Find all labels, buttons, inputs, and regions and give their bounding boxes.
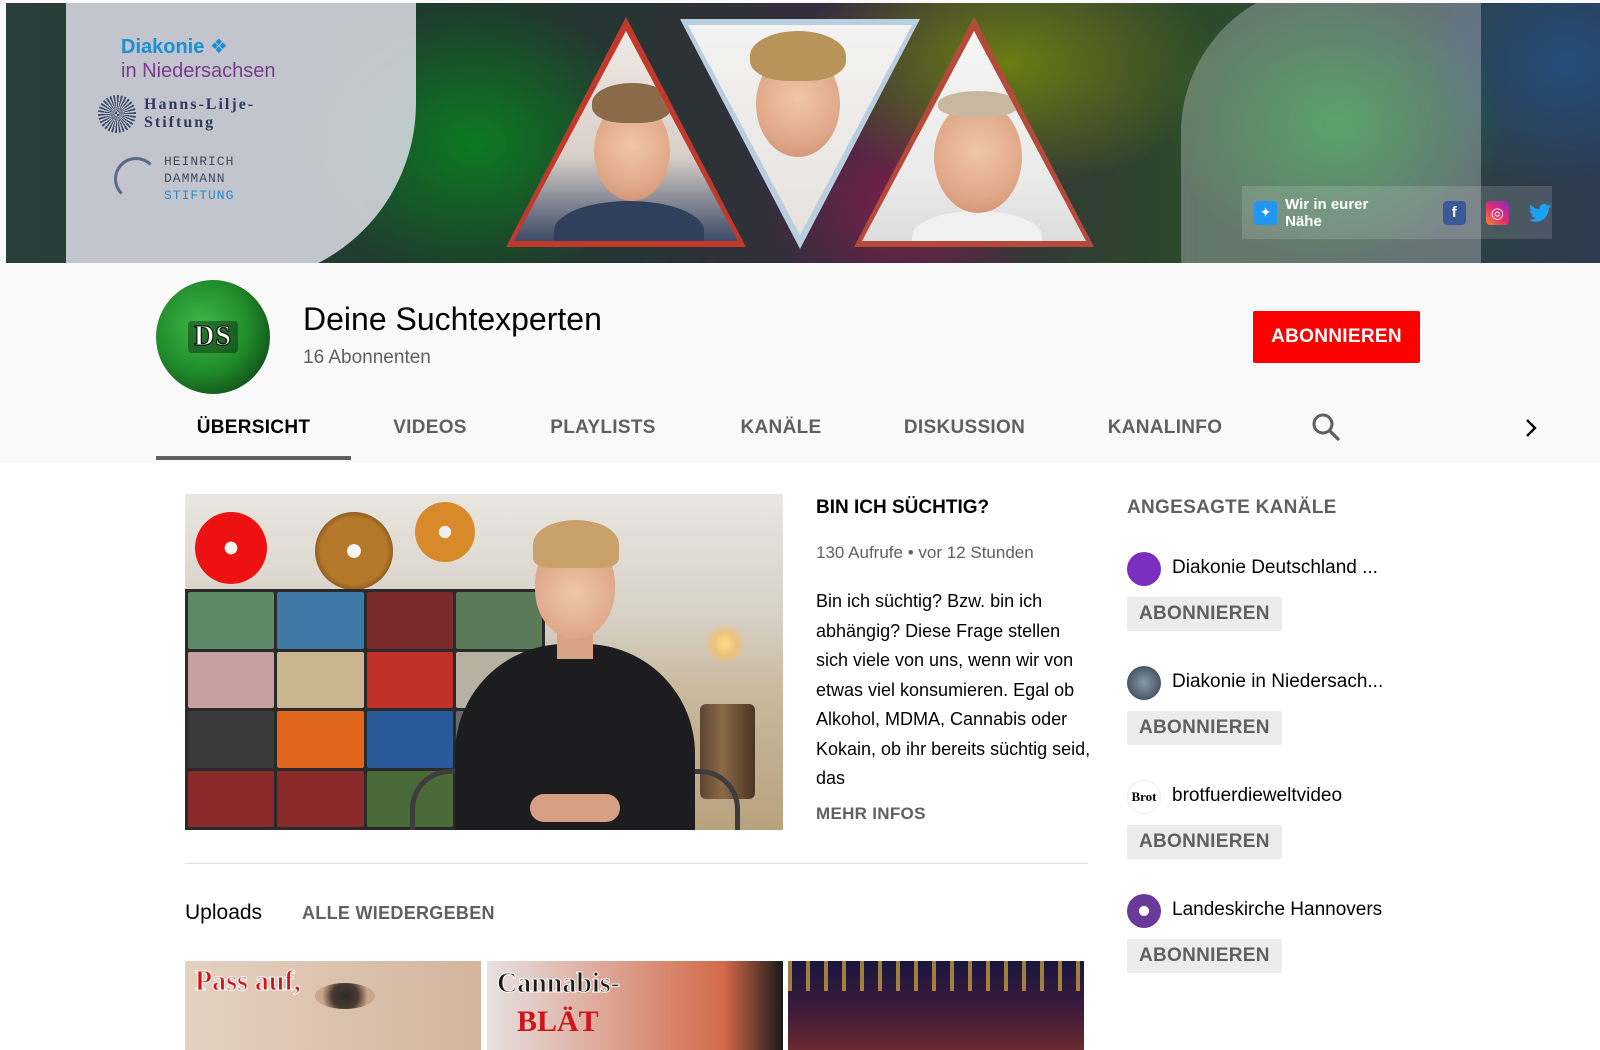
banner-links: ✦ Wir in eurer Nähe f ◎ [1242, 186, 1552, 239]
featured-channels-heading: ANGESAGTE KANÄLE [1127, 497, 1337, 518]
tab-videos[interactable]: VIDEOS [351, 396, 509, 460]
featured-channel-item: Diakonie Deutschland ... ABONNIEREN [1127, 552, 1547, 652]
channel-banner: Diakonie ❖ in Niedersachsen Hanns-Lilje-… [6, 3, 1600, 263]
swirl-icon [114, 156, 158, 201]
tab-diskussion[interactable]: DISKUSSION [865, 396, 1064, 460]
tab-kanaele[interactable]: KANÄLE [697, 396, 865, 460]
uploads-heading[interactable]: Uploads [185, 901, 262, 925]
upload-thumbnail[interactable]: Pass auf, [185, 961, 481, 1050]
channel-avatar-small[interactable] [1127, 552, 1161, 586]
featured-video-player[interactable] [185, 494, 783, 830]
featured-channel-item: Brot brotfuerdieweltvideo ABONNIEREN [1127, 780, 1547, 880]
hanns-lilje-logo: Hanns-Lilje- Stiftung [98, 95, 255, 133]
tab-playlists[interactable]: PLAYLISTS [509, 396, 697, 460]
channel-content: BIN ICH SÜCHTIG? 130 Aufrufe • vor 12 St… [0, 463, 1600, 1050]
channel-avatar[interactable]: DS [156, 280, 270, 394]
upload-thumbnail[interactable]: Cannabis- BLÄT [487, 961, 783, 1050]
featured-channel-item: Diakonie in Niedersach... ABONNIEREN [1127, 666, 1547, 766]
featured-channel-name[interactable]: Diakonie Deutschland ... [1172, 557, 1378, 579]
view-count: 130 Aufrufe [816, 543, 903, 562]
subscribe-button[interactable]: ABONNIEREN [1253, 311, 1420, 363]
heinrich-dammann-logo: HEINRICH DAMMANN STIFTUNG [114, 153, 234, 204]
channel-avatar-small[interactable] [1127, 666, 1161, 700]
brot-logo-icon[interactable]: Brot [1127, 780, 1161, 814]
upload-thumbnail[interactable] [788, 961, 1084, 1050]
channel-tabs: ÜBERSICHT VIDEOS PLAYLISTS KANÄLE DISKUS… [156, 396, 1266, 460]
featured-channel-name[interactable]: brotfuerdieweltvideo [1172, 785, 1342, 807]
featured-subscribe-button[interactable]: ABONNIEREN [1127, 597, 1282, 631]
featured-video-description: Bin ich süchtig? Bzw. bin ich abhängig? … [816, 591, 1091, 788]
channel-search-icon[interactable] [1308, 409, 1344, 445]
section-divider [185, 863, 1088, 864]
featured-channel-item: Landeskirche Hannovers ABONNIEREN [1127, 894, 1547, 994]
tab-kanalinfo[interactable]: KANALINFO [1064, 396, 1266, 460]
sunburst-icon [98, 95, 136, 133]
twitter-icon[interactable] [1529, 201, 1552, 225]
featured-channel-name[interactable]: Landeskirche Hannovers [1172, 899, 1382, 921]
featured-video-meta: 130 Aufrufe • vor 12 Stunden [816, 543, 1034, 563]
subscriber-count: 16 Abonnenten [303, 347, 431, 368]
play-all-button[interactable]: ALLE WIEDERGEBEN [302, 903, 495, 924]
facebook-icon[interactable]: f [1442, 200, 1466, 225]
featured-video-title[interactable]: BIN ICH SÜCHTIG? [816, 497, 989, 519]
meta-dot: • [907, 543, 919, 562]
tab-uebersicht[interactable]: ÜBERSICHT [156, 396, 351, 460]
featured-channel-name[interactable]: Diakonie in Niedersach... [1172, 671, 1383, 693]
channel-header: DS Deine Suchtexperten 16 Abonnenten ABO… [0, 263, 1600, 463]
chevron-right-icon[interactable] [1516, 413, 1546, 443]
instagram-icon[interactable]: ◎ [1485, 200, 1509, 225]
channel-avatar-small[interactable] [1127, 894, 1161, 928]
upload-age: vor 12 Stunden [918, 543, 1034, 562]
banner-link-wir-in-eurer-naehe[interactable]: Wir in eurer Nähe [1285, 196, 1405, 230]
featured-subscribe-button[interactable]: ABONNIEREN [1127, 711, 1282, 745]
diakonie-logo: Diakonie ❖ in Niedersachsen [121, 36, 276, 82]
location-icon[interactable]: ✦ [1254, 200, 1278, 225]
channel-title: Deine Suchtexperten [303, 301, 602, 337]
featured-subscribe-button[interactable]: ABONNIEREN [1127, 939, 1282, 973]
more-info-link[interactable]: MEHR INFOS [816, 804, 926, 824]
featured-subscribe-button[interactable]: ABONNIEREN [1127, 825, 1282, 859]
